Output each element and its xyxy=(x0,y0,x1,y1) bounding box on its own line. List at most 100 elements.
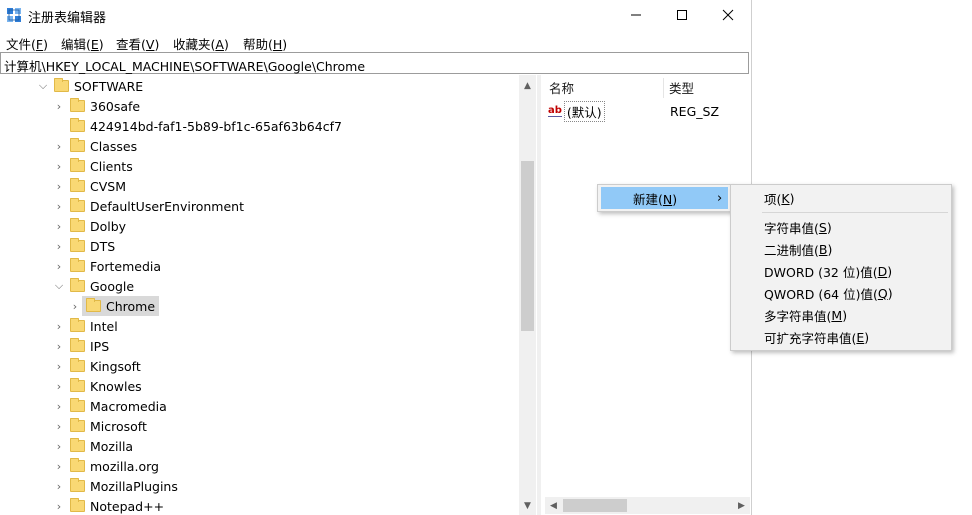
menu-item-binary-value[interactable]: 二进制值(B) xyxy=(764,238,832,260)
menu-separator xyxy=(762,212,948,213)
chevron-right-icon[interactable]: › xyxy=(54,496,64,515)
tree-vertical-scrollbar[interactable]: ▲ ▼ xyxy=(519,75,536,515)
values-list: 名称 类型 ab (默认) REG_SZ xyxy=(541,75,751,515)
chevron-right-icon[interactable]: › xyxy=(54,356,64,376)
folder-icon xyxy=(70,418,85,432)
chevron-right-icon[interactable]: › xyxy=(54,136,64,156)
values-horizontal-scrollbar[interactable]: ◀ ▶ xyxy=(545,497,750,514)
folder-icon xyxy=(70,118,85,132)
chevron-down-icon[interactable]: ⌵ xyxy=(54,276,64,296)
title-bar: 注册表编辑器 xyxy=(0,0,751,30)
folder-icon xyxy=(70,138,85,152)
menu-item-multi-string-value[interactable]: 多字符串值(M) xyxy=(764,304,847,326)
chevron-right-icon[interactable]: › xyxy=(54,236,64,256)
maximize-button[interactable] xyxy=(659,0,705,30)
address-bar[interactable]: 计算机\HKEY_LOCAL_MACHINE\SOFTWARE\Google\C… xyxy=(0,52,749,74)
tree-node[interactable]: › Macromedia xyxy=(0,396,510,416)
menu-item-new[interactable]: 新建(N) › xyxy=(601,187,728,209)
chevron-right-icon[interactable]: › xyxy=(54,216,64,236)
column-header-type[interactable]: 类型 xyxy=(669,75,749,99)
menu-item-dword-value[interactable]: DWORD (32 位)值(D) xyxy=(764,260,892,282)
tree-node[interactable]: › MozillaPlugins xyxy=(0,476,510,496)
menu-favorites[interactable]: 收藏夹(A) xyxy=(173,34,229,53)
chevron-right-icon[interactable]: › xyxy=(54,256,64,276)
folder-icon xyxy=(70,158,85,172)
chevron-right-icon[interactable]: › xyxy=(70,296,80,316)
chevron-right-icon[interactable]: › xyxy=(54,396,64,416)
chevron-right-icon[interactable]: › xyxy=(54,96,64,116)
tree-node[interactable]: › Knowles xyxy=(0,376,510,396)
folder-icon xyxy=(70,378,85,392)
scroll-thumb[interactable] xyxy=(521,161,534,331)
tree-node[interactable]: › mozilla.org xyxy=(0,456,510,476)
folder-icon xyxy=(70,398,85,412)
scroll-up-icon[interactable]: ▲ xyxy=(519,77,536,94)
chevron-right-icon[interactable]: › xyxy=(54,196,64,216)
menu-edit[interactable]: 编辑(E) xyxy=(61,34,104,53)
tree-node[interactable]: › Dolby xyxy=(0,216,510,236)
tree-node[interactable]: › CVSM xyxy=(0,176,510,196)
maximize-icon xyxy=(677,10,687,20)
chevron-down-icon[interactable]: ⌵ xyxy=(38,76,48,96)
folder-icon xyxy=(70,198,85,212)
tree-node[interactable]: › Kingsoft xyxy=(0,356,510,376)
folder-icon xyxy=(54,78,69,92)
column-header-name[interactable]: 名称 xyxy=(549,75,663,99)
chevron-right-icon[interactable]: › xyxy=(54,316,64,336)
scroll-down-icon[interactable]: ▼ xyxy=(519,497,536,514)
chevron-right-icon[interactable]: › xyxy=(54,176,64,196)
minimize-button[interactable] xyxy=(613,0,659,30)
folder-icon xyxy=(70,498,85,512)
chevron-right-icon[interactable]: › xyxy=(54,156,64,176)
tree-node-chrome[interactable]: › Chrome xyxy=(0,296,510,316)
key-tree: ⌵ SOFTWARE › 360safe 424914bd-faf1-5b89-… xyxy=(0,75,537,515)
window-title: 注册表编辑器 xyxy=(28,11,107,26)
value-name: (默认) xyxy=(563,100,605,122)
minimize-icon xyxy=(631,14,641,16)
scroll-thumb[interactable] xyxy=(563,499,627,512)
address-path: 计算机\HKEY_LOCAL_MACHINE\SOFTWARE\Google\C… xyxy=(4,59,366,74)
tree-node[interactable]: › Fortemedia xyxy=(0,256,510,276)
selected-key: Chrome xyxy=(82,296,160,316)
chevron-right-icon[interactable]: › xyxy=(54,436,64,456)
value-row[interactable]: ab (默认) REG_SZ xyxy=(548,100,748,122)
folder-icon xyxy=(70,338,85,352)
scroll-left-icon[interactable]: ◀ xyxy=(545,497,562,514)
menu-help[interactable]: 帮助(H) xyxy=(243,34,287,53)
menu-view[interactable]: 查看(V) xyxy=(116,34,159,53)
chevron-right-icon[interactable]: › xyxy=(54,336,64,356)
scroll-right-icon[interactable]: ▶ xyxy=(733,497,750,514)
close-icon xyxy=(722,9,734,21)
context-menu: 新建(N) › xyxy=(597,184,732,212)
tree-node[interactable]: › Intel xyxy=(0,316,510,336)
folder-icon xyxy=(70,318,85,332)
folder-icon xyxy=(70,218,85,232)
regedit-app-icon xyxy=(7,8,21,22)
tree-node[interactable]: › Clients xyxy=(0,156,510,176)
tree-node[interactable]: › Classes xyxy=(0,136,510,156)
column-divider[interactable] xyxy=(663,78,664,98)
tree-node-google[interactable]: ⌵ Google xyxy=(0,276,510,296)
chevron-right-icon[interactable]: › xyxy=(54,456,64,476)
tree-node[interactable]: › DefaultUserEnvironment xyxy=(0,196,510,216)
chevron-right-icon[interactable]: › xyxy=(54,476,64,496)
tree-node[interactable]: › Notepad++ xyxy=(0,496,510,515)
menu-item-qword-value[interactable]: QWORD (64 位)值(Q) xyxy=(764,282,893,304)
new-submenu: 项(K) 字符串值(S) 二进制值(B) DWORD (32 位)值(D) QW… xyxy=(730,184,952,351)
tree-node[interactable]: › Microsoft xyxy=(0,416,510,436)
menu-item-key[interactable]: 项(K) xyxy=(764,187,794,209)
tree-node[interactable]: › DTS xyxy=(0,236,510,256)
close-button[interactable] xyxy=(705,0,751,30)
folder-icon xyxy=(70,278,85,292)
chevron-right-icon[interactable]: › xyxy=(54,416,64,436)
tree-node[interactable]: 424914bd-faf1-5b89-bf1c-65af63b64cf7 xyxy=(0,116,510,136)
folder-icon xyxy=(70,178,85,192)
string-value-icon: ab xyxy=(548,104,562,117)
menu-item-string-value[interactable]: 字符串值(S) xyxy=(764,216,832,238)
tree-node[interactable]: › Mozilla xyxy=(0,436,510,456)
menu-file[interactable]: 文件(F) xyxy=(6,34,48,53)
tree-node[interactable]: › 360safe xyxy=(0,96,510,116)
chevron-right-icon[interactable]: › xyxy=(54,376,64,396)
tree-node[interactable]: › IPS xyxy=(0,336,510,356)
menu-item-expandable-string-value[interactable]: 可扩充字符串值(E) xyxy=(764,326,869,348)
